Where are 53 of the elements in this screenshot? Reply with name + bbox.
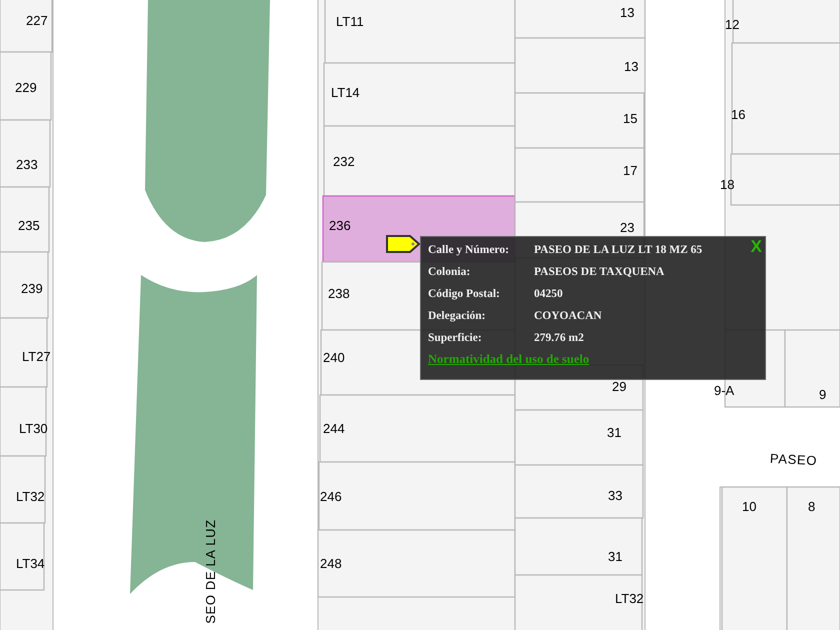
lot-label: 232	[333, 155, 355, 168]
lot-label: 229	[15, 81, 37, 94]
lot-label: 23	[620, 221, 634, 234]
lot-label: 31	[607, 426, 622, 439]
field-label: Calle y Número:	[428, 243, 509, 258]
field-value: 04250	[534, 287, 563, 302]
lot-label: 33	[608, 489, 622, 502]
lot-label: 15	[623, 112, 638, 125]
lot-label: 238	[328, 287, 350, 300]
field-value: PASEOS DE TAXQUENA	[534, 265, 664, 280]
lot-label: 227	[26, 14, 48, 27]
lot-label: 10	[742, 500, 756, 513]
lot-label: 18	[720, 178, 734, 191]
lot-label: 17	[623, 164, 638, 177]
lot-label: 246	[320, 490, 342, 503]
lot-label: 29	[612, 380, 626, 393]
lot-label: LT27	[22, 350, 51, 363]
lot-label: 236	[329, 219, 351, 232]
field-value: 279.76 m2	[534, 331, 584, 346]
lot-label: 233	[16, 158, 38, 171]
lot-label: LT32	[615, 592, 644, 605]
lot-label: 239	[21, 282, 43, 295]
field-value: COYOACAN	[534, 309, 602, 324]
field-value: PASEO DE LA LUZ LT 18 MZ 65	[534, 243, 702, 258]
close-button[interactable]: X	[750, 238, 762, 255]
street-label: PASEO	[770, 452, 818, 468]
field-label: Código Postal:	[428, 287, 500, 302]
lot-label: 244	[323, 422, 345, 435]
lot-label: LT11	[336, 15, 364, 28]
street-label: SEO DE LA LUZ	[204, 519, 217, 624]
lot-label: LT34	[16, 557, 45, 570]
tag-icon	[386, 235, 420, 253]
field-label: Superficie:	[428, 331, 482, 346]
lot-label: LT14	[331, 86, 360, 99]
parcel[interactable]	[0, 386, 47, 457]
lot-label: LT30	[19, 422, 48, 435]
lot-label: LT32	[16, 490, 45, 503]
lot-label: 9	[819, 388, 826, 401]
parcel[interactable]	[0, 522, 45, 591]
lot-label: 240	[323, 351, 345, 364]
lot-label: 8	[808, 500, 816, 513]
field-label: Colonia:	[428, 265, 470, 280]
lot-label: 13	[620, 6, 634, 19]
land-use-link[interactable]: Normatividad del uso de suelo	[428, 350, 590, 369]
lot-label: 235	[18, 219, 40, 232]
lot-label: 16	[731, 108, 746, 121]
lot-label: 248	[320, 557, 342, 570]
parcel[interactable]	[0, 455, 46, 524]
lot-label: 31	[608, 550, 622, 563]
lot-label: 9-A	[714, 384, 734, 397]
lot-label: 13	[624, 60, 638, 73]
field-label: Delegación:	[428, 309, 486, 324]
lot-label: 12	[725, 18, 740, 31]
